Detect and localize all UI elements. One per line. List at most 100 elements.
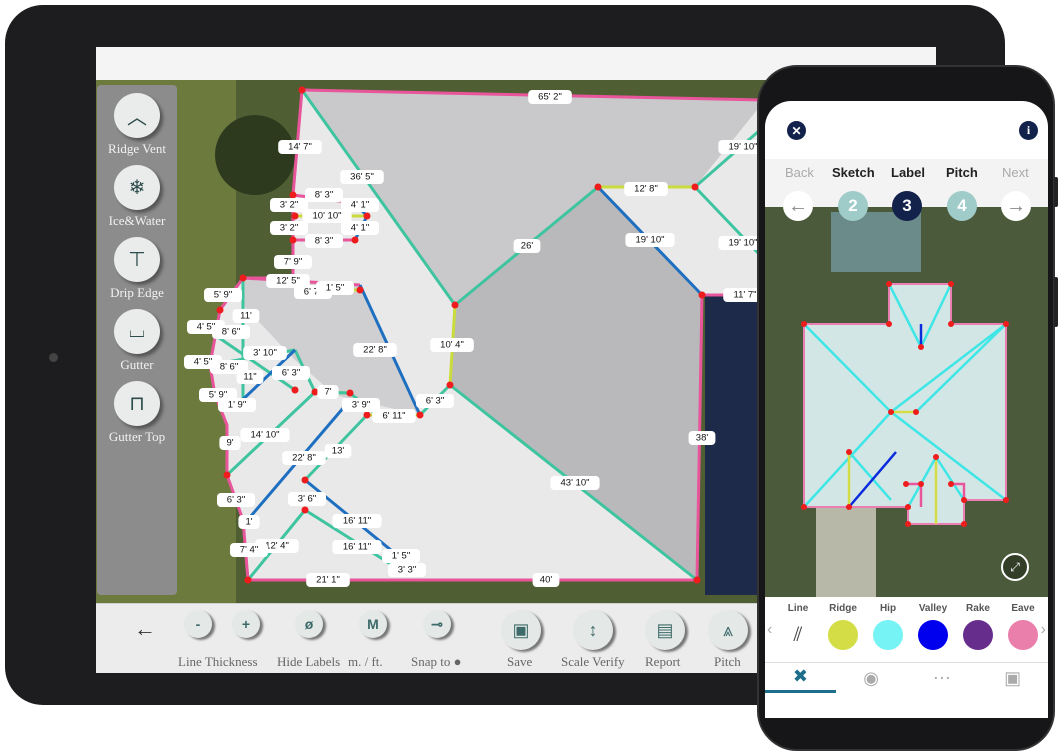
measurement-label[interactable]: 65' 2" — [528, 90, 572, 104]
palette-line[interactable]: Line ⫽ — [777, 603, 819, 650]
vertex-point[interactable] — [351, 236, 359, 244]
next-step[interactable]: Next — [1002, 165, 1029, 180]
vertex-point[interactable] — [301, 506, 309, 514]
measurement-label[interactable]: 1' — [238, 515, 260, 529]
measurement-label[interactable]: 8' 3" — [305, 234, 343, 248]
back-step[interactable]: Back — [785, 165, 814, 180]
tab-more[interactable]: ⋯ — [907, 663, 978, 693]
palette-valley[interactable]: Valley — [912, 603, 954, 650]
tab-view[interactable]: ◉ — [836, 663, 907, 693]
measurement-label[interactable]: 6' 11" — [372, 409, 416, 423]
vertex-point[interactable] — [886, 321, 892, 327]
pitch-button[interactable]: ⩓ — [708, 610, 748, 650]
vertex-point[interactable] — [289, 236, 297, 244]
measurement-label[interactable]: 7' 9" — [274, 255, 312, 269]
scale-verify-button[interactable]: ↕ — [573, 610, 613, 650]
vertex-point[interactable] — [961, 497, 967, 503]
step-2-badge[interactable]: 2 — [838, 191, 868, 221]
vertex-point[interactable] — [888, 409, 894, 415]
tab-save[interactable]: ▣ — [977, 663, 1048, 693]
tool-gutter[interactable]: ⌴ Gutter — [97, 301, 177, 373]
palette-eave[interactable]: Eave — [1002, 603, 1044, 650]
vertex-point[interactable] — [698, 291, 706, 299]
step-3-badge[interactable]: 3 — [892, 191, 922, 221]
vertex-point[interactable] — [1003, 321, 1009, 327]
tool-drip-edge[interactable]: ⊤ Drip Edge — [97, 229, 177, 301]
measurement-label[interactable]: 6' 3" — [416, 394, 454, 408]
close-button[interactable]: ✕ — [787, 121, 806, 140]
measurement-label[interactable]: 1' 5" — [316, 281, 354, 295]
measurement-label[interactable]: 3' 2" — [270, 198, 308, 212]
measurement-label[interactable]: 9' — [219, 436, 241, 450]
vertex-point[interactable] — [846, 504, 852, 510]
vertex-point[interactable] — [356, 286, 364, 294]
vertex-point[interactable] — [301, 476, 309, 484]
vertex-point[interactable] — [905, 521, 911, 527]
vertex-point[interactable] — [244, 576, 252, 584]
measurement-label[interactable]: 6' 3" — [217, 493, 255, 507]
measurement-label[interactable]: 13' — [324, 444, 352, 458]
palette-rake[interactable]: Rake — [957, 603, 999, 650]
info-button[interactable]: i — [1019, 121, 1038, 140]
snap-to-button[interactable]: ⊸ — [423, 610, 451, 638]
hide-labels-button[interactable]: ø — [295, 610, 323, 638]
vertex-point[interactable] — [446, 381, 454, 389]
measurement-label[interactable]: 38' — [688, 431, 716, 445]
units-toggle-button[interactable]: M — [359, 610, 387, 638]
measurement-label[interactable]: 11" — [236, 370, 264, 384]
step-pitch[interactable]: Pitch — [946, 165, 978, 180]
measurement-label[interactable]: 21' 1" — [306, 573, 350, 587]
vertex-point[interactable] — [948, 321, 954, 327]
vertex-point[interactable] — [905, 504, 911, 510]
vertex-point[interactable] — [223, 471, 231, 479]
tool-ice-water[interactable]: ❄ Ice&Water — [97, 157, 177, 229]
measurement-label[interactable]: 5' 9" — [204, 288, 242, 302]
tool-ridge-vent[interactable]: ︿ Ridge Vent — [97, 85, 177, 157]
vertex-point[interactable] — [903, 481, 909, 487]
tab-tools[interactable]: ✖ — [765, 663, 836, 693]
measurement-label[interactable]: 7' — [317, 385, 339, 399]
decrease-thickness-button[interactable]: - — [184, 610, 212, 638]
measurement-label[interactable]: 4' 1" — [341, 221, 379, 235]
measurement-label[interactable]: 1' 5" — [382, 549, 420, 563]
measurement-label[interactable]: 36' 5" — [340, 170, 384, 184]
vertex-point[interactable] — [346, 389, 354, 397]
step-label[interactable]: Label — [891, 165, 925, 180]
phone-roof-canvas[interactable] — [765, 207, 1048, 597]
vertex-point[interactable] — [239, 274, 247, 282]
measurement-label[interactable]: 40' — [532, 573, 560, 587]
measurement-label[interactable]: 16' 11" — [332, 540, 382, 554]
vertex-point[interactable] — [886, 281, 892, 287]
vertex-point[interactable] — [918, 481, 924, 487]
report-button[interactable]: ▤ — [645, 610, 685, 650]
vertex-point[interactable] — [363, 212, 371, 220]
measurement-label[interactable]: 3' 6" — [288, 492, 326, 506]
vertex-point[interactable] — [298, 86, 306, 94]
measurement-label[interactable]: 22' 8" — [353, 343, 397, 357]
save-button[interactable]: ▣ — [501, 610, 541, 650]
measurement-label[interactable]: 3' 2" — [270, 221, 308, 235]
vertex-point[interactable] — [291, 386, 299, 394]
measurement-label[interactable]: 8' 3" — [305, 188, 343, 202]
vertex-point[interactable] — [416, 411, 424, 419]
back-arrow-button[interactable]: ← — [134, 616, 156, 642]
vertex-point[interactable] — [801, 504, 807, 510]
measurement-label[interactable]: 43' 10" — [550, 476, 600, 490]
vertex-point[interactable] — [451, 301, 459, 309]
palette-hip[interactable]: Hip — [867, 603, 909, 650]
vertex-point[interactable] — [693, 576, 701, 584]
prev-arrow-button[interactable]: ← — [783, 191, 813, 221]
measurement-label[interactable]: 10' 10" — [302, 209, 352, 223]
measurement-label[interactable]: 3' 3" — [388, 563, 426, 577]
measurement-label[interactable]: 16' 11" — [332, 514, 382, 528]
measurement-label[interactable]: 3' 10" — [243, 346, 287, 360]
measurement-label[interactable]: 8' 6" — [212, 325, 250, 339]
tool-gutter-top[interactable]: ⊓ Gutter Top — [97, 373, 177, 445]
measurement-label[interactable]: 26' — [513, 239, 541, 253]
measurement-label[interactable]: 22' 8" — [282, 451, 326, 465]
next-arrow-button[interactable]: → — [1001, 191, 1031, 221]
measurement-label[interactable]: 6' 3" — [272, 366, 310, 380]
measurement-label[interactable]: 11' — [232, 309, 260, 323]
vertex-point[interactable] — [801, 321, 807, 327]
expand-button[interactable]: ⤢ — [1001, 553, 1029, 581]
